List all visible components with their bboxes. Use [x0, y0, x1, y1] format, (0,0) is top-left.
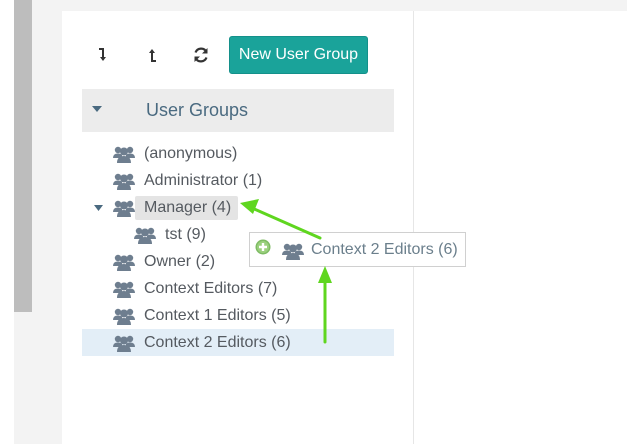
tree-node[interactable]: Administrator (1) [113, 167, 262, 194]
user-group-icon [113, 281, 135, 298]
content-area [413, 11, 627, 444]
arrow-down-icon [99, 48, 106, 61]
left-edge [0, 0, 14, 444]
tree-node-label: Context 1 Editors (5) [144, 306, 291, 324]
tree-node-label: tst (9) [165, 225, 206, 243]
tree-node-label: Administrator (1) [144, 171, 263, 189]
tree-node-label: Owner (2) [144, 252, 216, 270]
user-group-icon [282, 243, 304, 260]
tree-node-selected[interactable]: Context 2 Editors (6) [113, 329, 291, 356]
tree-node[interactable]: tst (9) [134, 221, 206, 248]
user-group-icon [113, 173, 135, 190]
tree-node[interactable]: Context Editors (7) [113, 275, 277, 302]
tree-root-label: User Groups [146, 100, 249, 120]
user-group-icon [113, 308, 135, 325]
tree-node[interactable]: Owner (2) [113, 248, 215, 275]
user-group-icon [113, 254, 135, 271]
drag-proxy-label: Context 2 Editors (6) [311, 241, 458, 258]
tree-node-label: Context 2 Editors (6) [144, 333, 291, 351]
user-groups-panel [62, 11, 413, 444]
refresh-icon [194, 47, 208, 63]
tree-root-header[interactable]: User Groups [82, 89, 394, 132]
add-circle-icon [255, 239, 271, 255]
refresh-button[interactable] [188, 42, 214, 68]
user-group-icon [113, 335, 135, 352]
expand-all-button[interactable] [90, 42, 116, 68]
page: New User Group User Groups (anonymous) A… [0, 0, 627, 444]
left-scrollbar[interactable] [14, 0, 32, 312]
user-group-icon [113, 146, 135, 163]
user-group-icon [134, 227, 156, 244]
new-user-group-button[interactable]: New User Group [229, 36, 368, 74]
drag-proxy[interactable]: Context 2 Editors (6) [249, 232, 466, 267]
tree-node[interactable]: Context 1 Editors (5) [113, 302, 291, 329]
user-group-icon [113, 200, 135, 217]
tree-node-label: Context Editors (7) [144, 279, 278, 297]
caret-down-icon[interactable] [94, 205, 103, 212]
tree-node-manager[interactable]: Manager (4) [113, 194, 231, 221]
collapse-all-button[interactable] [139, 42, 165, 68]
arrow-up-icon [149, 49, 156, 62]
tree-node-label: Manager (4) [144, 198, 232, 216]
caret-down-icon[interactable] [92, 106, 102, 114]
left-gutter [32, 0, 62, 444]
tree-node[interactable]: (anonymous) [113, 140, 237, 167]
tree-node-label: (anonymous) [144, 144, 238, 162]
